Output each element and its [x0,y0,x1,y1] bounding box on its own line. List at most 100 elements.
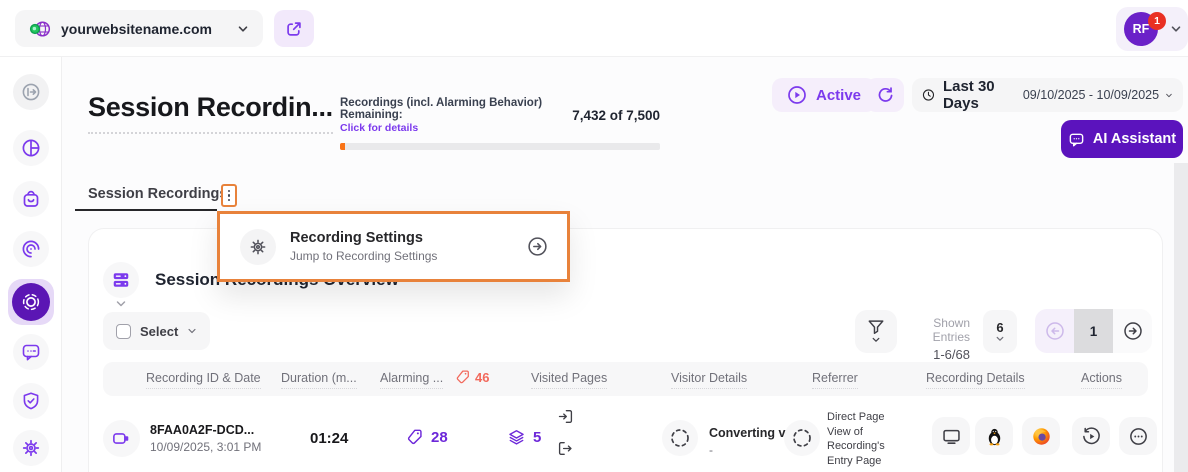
exit-page-icon [557,440,574,457]
overview-section-icon[interactable] [103,262,139,298]
pagination: 1 [1035,309,1152,353]
next-page-button[interactable] [1113,309,1152,353]
col-duration: Duration (m... [281,371,357,389]
video-camera-icon [111,428,132,449]
server-icon [111,270,131,290]
notification-badge: 1 [1148,12,1166,30]
sidebar-item-commerce[interactable] [13,181,49,217]
sidebar-item-collapse[interactable] [13,74,49,110]
col-alarming-total: 46 [455,369,489,385]
page-number[interactable]: 1 [1074,309,1113,353]
sidebar-item-funnels[interactable] [13,231,49,267]
page-size-selector[interactable]: 6 [983,310,1017,353]
filter-button[interactable] [855,310,897,353]
col-recording-details: Recording Details [926,371,1025,389]
gear-icon [20,437,42,459]
firefox-icon [1031,426,1052,447]
visitor-sub: - [709,443,713,457]
shopping-bag-icon [20,188,42,210]
col-recording-id-date: Recording ID & Date [146,371,261,389]
quota-progress-bar [340,143,660,150]
external-link-icon [285,20,303,38]
sidebar-item-session-recordings[interactable] [8,279,54,325]
pie-chart-icon [20,137,42,159]
ellipsis-circle-icon [1128,426,1149,447]
clock-icon [922,86,935,104]
quota-value: 7,432 of 7,500 [572,108,660,123]
chevron-down-icon [1170,23,1182,35]
sidebar-item-dashboard[interactable] [13,130,49,166]
chevron-down-icon[interactable] [115,299,127,309]
visitor-segment: Converting v [709,426,785,440]
chevron-down-icon [871,336,881,344]
desktop-icon [941,426,962,447]
tab-session-recordings[interactable]: Session Recordings [88,186,227,202]
entry-page-icon [557,408,574,425]
alarm-tag-icon [455,369,471,385]
page-title: Session Recordin... [88,92,333,134]
menu-item-subtitle: Jump to Recording Settings [290,249,437,263]
table-row[interactable]: 8FAA0A2F-DCD... 10/09/2025, 3:01 PM 01:2… [103,400,1148,472]
arrow-right-circle-icon[interactable] [526,235,549,258]
menu-item-title: Recording Settings [290,230,437,246]
sidebar-item-feedback[interactable] [13,334,49,370]
col-referrer: Referrer [812,371,858,389]
recording-date: 10/09/2025, 3:01 PM [150,440,261,454]
chevron-down-icon [1165,90,1173,101]
shield-check-icon [20,390,42,412]
play-circle-icon [787,85,807,105]
anonymous-visitor-icon [668,426,692,450]
select-checkbox[interactable] [116,324,131,339]
tab-options-kebab-button[interactable] [221,184,237,207]
select-label: Select [140,324,178,339]
tag-icon [406,428,424,446]
scrollbar-track[interactable] [1174,163,1188,472]
device-type-badge [932,417,970,455]
referrer-text: Direct Page View of Recording's Entry Pa… [827,410,901,468]
collapse-icon [20,81,42,103]
shown-entries: Shown Entries 1-6/68 [898,316,970,362]
select-dropdown[interactable]: Select [103,312,210,350]
arrow-left-circle-icon [1044,320,1066,342]
linux-icon [984,426,1005,447]
sidebar-item-settings[interactable] [13,430,49,466]
topbar: yourwebsitename.com RF 1 [0,0,1188,57]
gear-icon [248,237,268,257]
sidebar [0,57,62,472]
site-selector[interactable]: yourwebsitename.com [15,10,263,47]
more-options-button[interactable] [1119,417,1157,455]
quota-details-link[interactable]: Click for details [340,122,660,134]
os-badge [975,417,1013,455]
sidebar-item-compliance[interactable] [13,383,49,419]
session-recording-icon [20,291,42,313]
recording-camera-icon[interactable] [103,420,140,457]
status-active-button[interactable]: Active [772,78,876,112]
recording-id: 8FAA0A2F-DCD... [150,423,254,437]
refresh-button[interactable] [866,78,904,112]
refresh-icon [876,86,895,105]
browser-badge [1022,417,1060,455]
tab-active-underline [75,209,217,211]
replay-icon [1081,426,1102,447]
anonymous-referrer-icon [790,426,814,450]
spiral-icon [20,238,42,260]
account-menu[interactable]: RF 1 [1116,7,1188,51]
recordings-quota: Recordings (incl. Alarming Behavior) Rem… [340,97,660,150]
chevron-down-icon [995,335,1005,343]
referrer-avatar [784,420,820,456]
gear-icon-circle [240,229,276,265]
quota-progress-fill [340,143,345,150]
date-range-selector[interactable]: Last 30 Days 09/10/2025 - 10/09/2025 [912,78,1183,112]
ai-assistant-button[interactable]: AI Assistant [1061,120,1183,158]
replay-button[interactable] [1072,417,1110,455]
open-site-button[interactable] [274,10,314,47]
table-header-row: Recording ID & Date Duration (m... Alarm… [103,362,1148,396]
chevron-down-icon [187,326,197,336]
chat-bubble-icon [20,341,42,363]
visitor-avatar [662,420,698,456]
col-alarming: Alarming ... [380,371,443,389]
previous-page-button[interactable] [1035,309,1074,353]
status-label: Active [816,87,861,104]
recording-settings-menu-item[interactable]: Recording Settings Jump to Recording Set… [217,211,570,282]
app-screen: yourwebsitename.com RF 1 [0,0,1188,472]
